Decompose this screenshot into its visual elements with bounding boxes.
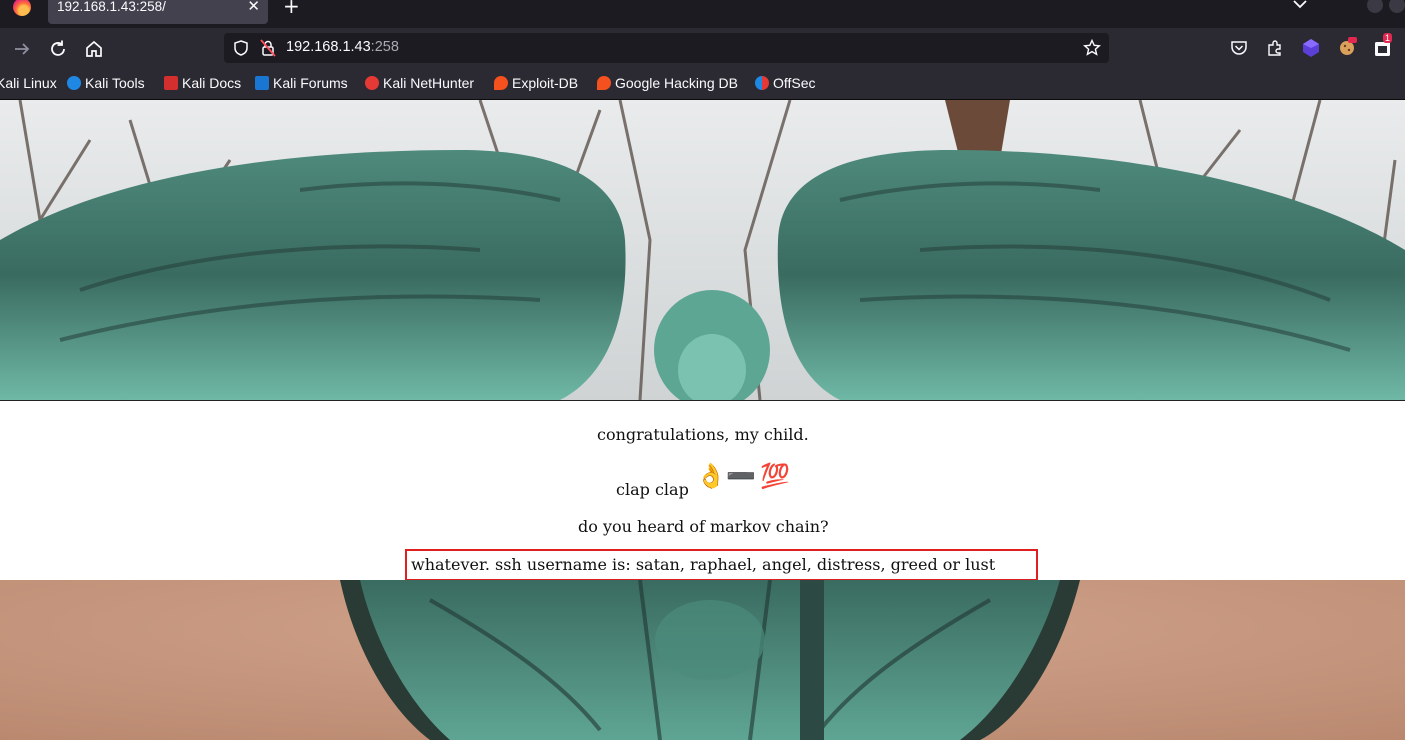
ok-hand-emoji: 👌: [696, 462, 726, 490]
tab-title: 192.168.1.43:258/: [57, 0, 166, 14]
hundred-points-emoji: 💯: [760, 462, 790, 490]
extension-cube-icon[interactable]: [1302, 38, 1320, 58]
maximize-button[interactable]: [1389, 0, 1405, 13]
extension-cookie-icon[interactable]: [1338, 35, 1358, 57]
bookmark-offsec[interactable]: OffSec: [755, 75, 816, 91]
ssh-username-text: whatever. ssh username is: satan, raphae…: [411, 555, 996, 574]
chevron-down-icon[interactable]: [1292, 0, 1308, 12]
bookmark-label: Kali Linux: [0, 75, 57, 91]
notification-badge: 1: [1383, 33, 1393, 43]
url-host: 192.168.1.43: [286, 39, 371, 55]
url-text: 192.168.1.43:258: [286, 39, 399, 55]
nethunter-icon: [365, 76, 379, 90]
url-bar[interactable]: 192.168.1.43:258: [224, 33, 1109, 63]
bookmark-kali-docs[interactable]: Kali Docs: [164, 75, 241, 91]
new-tab-button[interactable]: +: [283, 0, 300, 18]
ghdb-icon: [597, 76, 611, 90]
bookmark-star-icon[interactable]: [1083, 39, 1101, 57]
bookmark-kali-nethunter[interactable]: Kali NetHunter: [365, 75, 474, 91]
divider-top: [0, 400, 1405, 401]
bookmark-label: Kali Docs: [182, 75, 242, 91]
tab-strip: 192.168.1.43:258/ ✕ +: [0, 0, 1405, 28]
angel-statue-top-image: [0, 100, 1405, 400]
bookmark-label: Kali Tools: [85, 75, 145, 91]
minus-emoji: ➖: [726, 462, 756, 490]
clap-text: clap clap: [616, 480, 689, 499]
tab-active[interactable]: 192.168.1.43:258/ ✕: [48, 0, 268, 24]
bookmark-kali-tools[interactable]: Kali Tools: [67, 75, 145, 91]
home-icon[interactable]: [83, 38, 105, 60]
bookmark-google-hacking-db[interactable]: Google Hacking DB: [597, 75, 738, 91]
offsec-icon: [755, 76, 769, 90]
kali-docs-icon: [164, 76, 178, 90]
bookmark-kali-forums[interactable]: Kali Forums: [255, 75, 348, 91]
forward-arrow-icon[interactable]: [11, 38, 33, 60]
firefox-logo-icon[interactable]: [13, 0, 31, 16]
bookmark-label: OffSec: [773, 75, 816, 91]
congratulations-text: congratulations, my child.: [597, 425, 809, 444]
close-tab-icon[interactable]: ✕: [247, 0, 260, 15]
shield-icon[interactable]: [232, 39, 250, 57]
bookmark-label: Google Hacking DB: [615, 75, 738, 91]
bookmark-label: Kali NetHunter: [383, 75, 475, 91]
markov-chain-text: do you heard of markov chain?: [578, 517, 829, 536]
bookmark-label: Kali Forums: [273, 75, 348, 91]
url-port: :258: [370, 39, 399, 55]
kali-forums-icon: [255, 76, 269, 90]
extensions-puzzle-icon[interactable]: [1266, 39, 1284, 57]
minimize-button[interactable]: [1367, 0, 1383, 13]
navigation-toolbar: 192.168.1.43:258 1: [0, 28, 1405, 70]
angel-statue-bottom-image: [0, 580, 1405, 740]
kali-tools-icon: [67, 76, 81, 90]
bookmarks-toolbar: Kali Linux Kali Tools Kali Docs Kali For…: [0, 70, 1405, 100]
exploit-db-icon: [494, 76, 508, 90]
pocket-icon[interactable]: [1230, 39, 1248, 57]
insecure-lock-icon[interactable]: [260, 39, 276, 57]
bookmark-exploit-db[interactable]: Exploit-DB: [494, 75, 578, 91]
notification-icon[interactable]: 1: [1374, 33, 1393, 57]
bookmark-label: Exploit-DB: [512, 75, 579, 91]
bookmark-kali-linux[interactable]: Kali Linux: [0, 75, 57, 91]
reload-icon[interactable]: [47, 38, 69, 60]
